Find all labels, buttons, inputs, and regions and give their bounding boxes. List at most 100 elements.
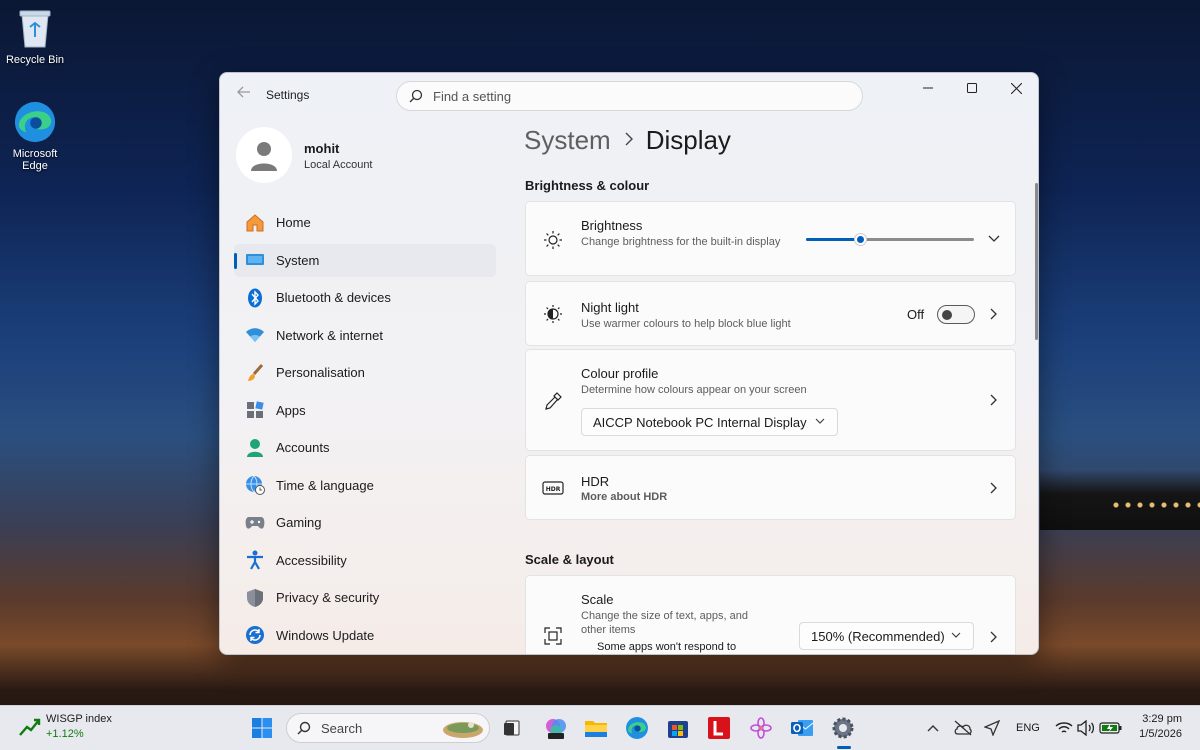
close-button[interactable] (994, 73, 1038, 103)
edge-taskbar-button[interactable] (623, 714, 651, 742)
brightness-slider-fill (806, 238, 860, 241)
dropdown-chevron-icon (815, 417, 825, 428)
location-button[interactable] (978, 714, 1006, 742)
maximize-icon (967, 83, 977, 93)
task-view-button[interactable] (498, 714, 526, 742)
night-light-state: Off (907, 307, 925, 322)
search-icon (409, 89, 423, 103)
brightness-card[interactable]: Brightness Change brightness for the bui… (525, 201, 1016, 276)
hdr-card[interactable]: HDR HDR More about HDR (525, 455, 1016, 520)
edge-icon (13, 100, 57, 144)
clock-date: 1/5/2026 (1139, 728, 1182, 740)
person-icon (244, 437, 266, 459)
back-arrow-icon (237, 86, 250, 98)
colour-profile-card[interactable]: Colour profile Determine how colours app… (525, 349, 1016, 451)
flower-app-button[interactable] (747, 714, 775, 742)
sun-icon (542, 229, 564, 251)
apps-icon (244, 399, 266, 421)
sidebar-item-windows-update[interactable]: Windows Update (234, 619, 496, 653)
recycle-bin-desktop-icon[interactable]: Recycle Bin (0, 6, 70, 66)
chevron-right-icon[interactable] (987, 307, 1001, 321)
close-icon (1010, 82, 1022, 94)
night-light-toggle[interactable] (937, 305, 975, 324)
hdr-title: HDR (581, 474, 610, 489)
scale-dropdown[interactable]: 150% (Recommended) (799, 622, 974, 650)
minimize-button[interactable] (906, 73, 950, 103)
windows-logo-icon (252, 718, 272, 738)
edge-desktop-icon[interactable]: Microsoft Edge (0, 100, 70, 172)
start-button[interactable] (248, 714, 276, 742)
cloud-off-icon (954, 720, 972, 736)
sidebar-nav: Home System Bluetooth & devices Network … (234, 206, 496, 654)
brightness-title: Brightness (581, 218, 643, 233)
sidebar-item-apps[interactable]: Apps (234, 394, 496, 428)
hdr-icon: HDR (542, 477, 564, 499)
cloud-offline-button[interactable] (949, 714, 977, 742)
settings-taskbar-button[interactable] (829, 714, 857, 742)
dropdown-chevron-icon (951, 631, 961, 642)
brightness-slider-thumb[interactable] (853, 233, 867, 246)
home-icon (244, 212, 266, 234)
volume-button[interactable] (1072, 714, 1100, 742)
scrollbar[interactable] (1035, 183, 1038, 340)
clock-time: 3:29 pm (1142, 713, 1182, 725)
flower-icon (750, 717, 772, 739)
scale-card[interactable]: Scale Change the size of text, apps, and… (525, 575, 1016, 654)
settings-search-box[interactable] (396, 81, 863, 111)
breadcrumb-parent[interactable]: System (524, 125, 611, 156)
sidebar-item-network[interactable]: Network & internet (234, 319, 496, 353)
sidebar-item-gaming[interactable]: Gaming (234, 506, 496, 540)
title-bar: Settings (220, 73, 1038, 117)
battery-charging-icon (1099, 722, 1122, 734)
input-language[interactable]: ENG (1016, 722, 1040, 734)
sidebar-item-bluetooth[interactable]: Bluetooth & devices (234, 281, 496, 315)
sidebar-item-label: Personalisation (276, 365, 365, 381)
brightness-slider[interactable] (806, 233, 974, 246)
accessibility-icon (244, 549, 266, 571)
edge-label: Microsoft Edge (12, 148, 58, 172)
file-explorer-button[interactable] (582, 714, 610, 742)
chevron-right-icon[interactable] (987, 481, 1001, 495)
recycle-bin-icon (13, 6, 57, 50)
sidebar-item-home[interactable]: Home (234, 206, 496, 240)
section-brightness-colour: Brightness & colour (525, 178, 650, 193)
clock[interactable]: 3:29 pm 1/5/2026 (1128, 712, 1182, 742)
speaker-icon (1077, 720, 1095, 736)
user-profile[interactable]: mohit Local Account (236, 127, 496, 185)
sidebar-item-accessibility[interactable]: Accessibility (234, 544, 496, 578)
l-app-button[interactable] (705, 714, 733, 742)
settings-search-input[interactable] (433, 88, 833, 104)
chevron-down-icon[interactable] (987, 232, 1001, 246)
bluetooth-icon (244, 287, 266, 309)
edge-icon (626, 717, 648, 739)
stock-widget[interactable]: WISGP index +1.12% (18, 712, 112, 742)
settings-window: Settings mohit Local Account Home (219, 72, 1039, 655)
globe-clock-icon (244, 474, 266, 496)
more-about-hdr-link[interactable]: More about HDR (581, 490, 667, 504)
outlook-icon (791, 720, 814, 736)
app-title: Settings (266, 88, 310, 102)
chevron-right-icon[interactable] (987, 630, 1001, 644)
sidebar-item-label: System (276, 252, 320, 268)
sidebar-item-accounts[interactable]: Accounts (234, 431, 496, 465)
outlook-button[interactable] (788, 714, 816, 742)
night-light-card[interactable]: Night light Use warmer colours to help b… (525, 281, 1016, 346)
battery-button[interactable] (1097, 714, 1125, 742)
back-button[interactable] (234, 85, 254, 105)
taskbar-search[interactable]: Search (286, 713, 490, 743)
wifi-icon (1055, 722, 1073, 733)
widget-title: WISGP index (46, 713, 112, 725)
colour-profile-dropdown[interactable]: AICCP Notebook PC Internal Display (581, 408, 838, 436)
maximize-button[interactable] (950, 73, 994, 103)
sidebar-item-system[interactable]: System (234, 243, 496, 277)
store-button[interactable] (664, 714, 692, 742)
gamepad-icon (244, 512, 266, 534)
show-hidden-icons-button[interactable] (919, 714, 947, 742)
sidebar-item-personalisation[interactable]: Personalisation (234, 356, 496, 390)
m365-copilot-button[interactable] (542, 714, 570, 742)
sidebar-item-label: Network & internet (276, 327, 383, 343)
sidebar-item-privacy[interactable]: Privacy & security (234, 581, 496, 615)
chevron-right-icon[interactable] (987, 393, 1001, 407)
sidebar-item-time-language[interactable]: Time & language (234, 469, 496, 503)
l-app-icon (708, 717, 730, 739)
